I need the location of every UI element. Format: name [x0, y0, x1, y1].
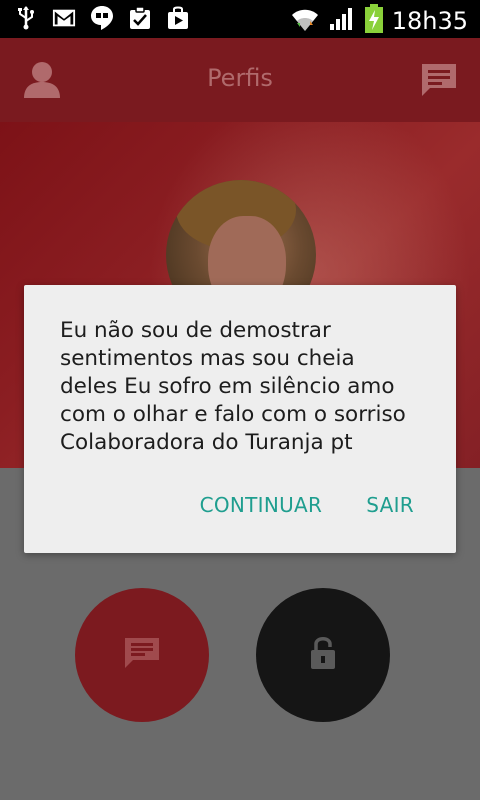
status-time: 18h35 [391, 7, 468, 35]
usb-icon [14, 6, 38, 30]
hangouts-icon [90, 6, 114, 30]
system-icons: 18h35 [290, 4, 468, 38]
message-icon [123, 636, 161, 674]
status-bar: 18h35 [0, 0, 480, 38]
task-icon [128, 6, 152, 30]
lock-button[interactable] [256, 588, 390, 722]
app-bar: Perfis [0, 38, 480, 122]
profile-dialog: Eu não sou de demostrar sentimentos mas … [24, 285, 456, 553]
play-store-icon [166, 6, 190, 30]
battery-charging-icon [364, 4, 384, 38]
message-icon[interactable] [420, 62, 458, 98]
dialog-actions: CONTINUAR SAIR [200, 493, 414, 517]
lock-icon [309, 635, 337, 675]
dialog-message: Eu não sou de demostrar sentimentos mas … [60, 318, 406, 455]
exit-button[interactable]: SAIR [366, 493, 414, 517]
signal-icon [328, 6, 356, 36]
gmail-icon [52, 6, 76, 30]
page-title: Perfis [207, 64, 273, 92]
continue-button[interactable]: CONTINUAR [200, 493, 323, 517]
send-message-button[interactable] [75, 588, 209, 722]
notification-icons [14, 6, 190, 30]
wifi-icon [290, 5, 320, 37]
